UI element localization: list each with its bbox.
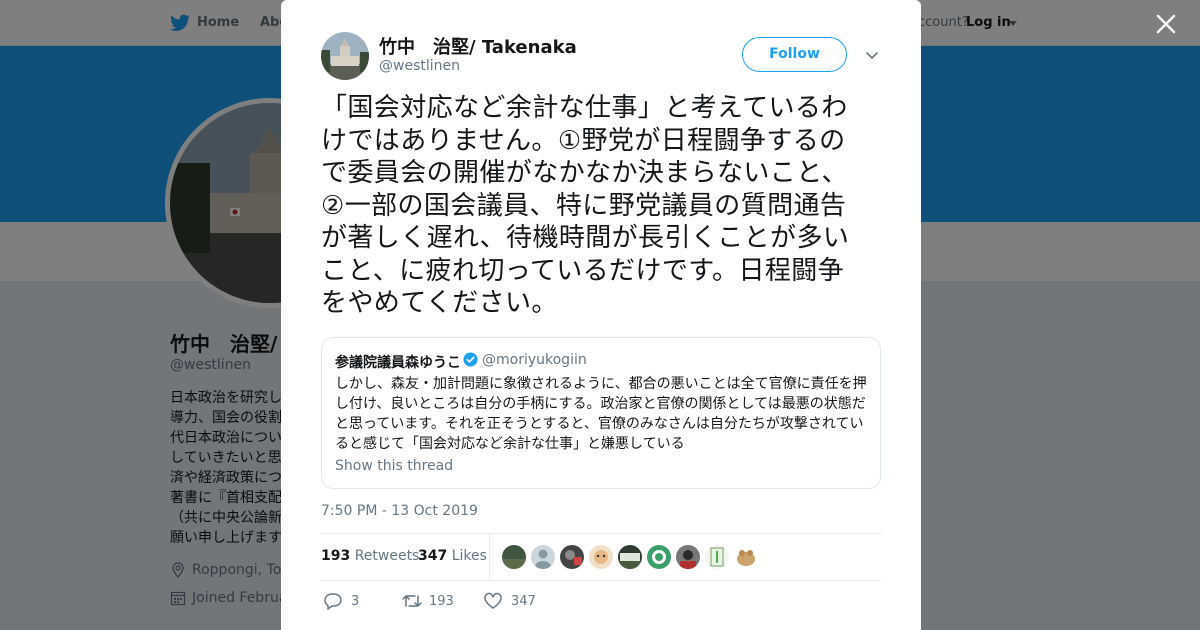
- quote-text-line: しかし、森友・加計問題に象徴されるように、都合の悪いことは全て官僚に責任を押: [335, 376, 867, 392]
- retweet-button[interactable]: 193: [401, 592, 471, 610]
- author-avatar[interactable]: [321, 32, 369, 80]
- close-icon[interactable]: [1154, 12, 1178, 36]
- likes-count: 347: [418, 548, 448, 564]
- heart-icon: [484, 592, 502, 609]
- retweet-action-count: 193: [429, 594, 454, 609]
- liker-avatar[interactable]: [676, 545, 700, 569]
- follow-button[interactable]: Follow: [742, 37, 847, 72]
- quoted-tweet-text: しかし、森友・加計問題に象徴されるように、都合の悪いことは全て官僚に責任を押 し…: [335, 374, 870, 454]
- divider: [321, 533, 881, 534]
- retweet-stat[interactable]: 193 Retweets: [321, 548, 419, 564]
- likes-label: Likes: [451, 548, 487, 564]
- tweet-text-line: 「国会対応など余計な仕事」と考えているわ: [321, 93, 848, 123]
- liker-avatar[interactable]: [647, 545, 671, 569]
- likes-stat[interactable]: 347 Likes: [418, 548, 487, 564]
- liker-avatar[interactable]: [560, 545, 584, 569]
- quoted-author-handle: @moriyukogiin: [482, 352, 587, 368]
- show-thread-link[interactable]: Show this thread: [335, 458, 453, 474]
- liker-avatar[interactable]: [734, 545, 758, 569]
- reply-button[interactable]: 3: [323, 592, 383, 610]
- quote-text-line: ると感じて「国会対応など余計な仕事」と嫌悪している: [335, 436, 685, 452]
- author-handle[interactable]: @westlinen: [379, 58, 460, 74]
- quoted-author-name: 参議院議員森ゆうこ: [335, 355, 461, 371]
- retweet-count: 193: [321, 548, 351, 564]
- liker-avatar[interactable]: [705, 545, 729, 569]
- liker-avatar[interactable]: [531, 545, 555, 569]
- chevron-down-icon[interactable]: [864, 47, 880, 63]
- divider: [321, 580, 881, 581]
- tweet-text-line: が著しく遅れ、待機時間が長引くことが多い: [321, 223, 850, 253]
- tweet-text: 「国会対応など余計な仕事」と考えているわ けではありません。①野党が日程闘争する…: [321, 92, 886, 320]
- tweet-text-line: ②一部の国会議員、特に野党議員の質問通告: [321, 190, 847, 221]
- like-button[interactable]: 347: [483, 592, 553, 610]
- like-action-count: 347: [511, 594, 536, 609]
- reply-count: 3: [351, 594, 360, 609]
- quote-text-line: し付け、良いところは自分の手柄にする。政治家と官僚の関係としては最悪の状態だ: [335, 396, 866, 412]
- tweet-text-line: けではありません。①野党が日程闘争するの: [321, 125, 846, 156]
- tweet-modal: 竹中 治堅/ Takenaka @westlinen Follow 「国会対応な…: [281, 0, 921, 630]
- quoted-tweet[interactable]: 参議院議員森ゆうこ @moriyukogiin しかし、森友・加計問題に象徴され…: [321, 337, 881, 489]
- retweet-icon: [402, 595, 422, 607]
- liker-avatar[interactable]: [589, 545, 613, 569]
- reply-icon: [324, 593, 342, 610]
- verified-badge-icon: [463, 352, 478, 367]
- retweet-label: Retweets: [354, 548, 420, 564]
- divider: [489, 533, 490, 580]
- tweet-timestamp[interactable]: 7:50 PM - 13 Oct 2019: [321, 503, 478, 519]
- liker-avatar[interactable]: [618, 545, 642, 569]
- tweet-text-line: で委員会の開催がなかなか決まらないこと、: [321, 158, 848, 188]
- tweet-text-line: こと、に疲れ切っているだけです。日程闘争: [321, 255, 845, 286]
- author-name[interactable]: 竹中 治堅/ Takenaka: [379, 33, 577, 59]
- quote-text-line: と思っています。それを正そうとすると、官僚のみなさんは自分たちが攻撃されてい: [335, 416, 864, 432]
- liker-avatar[interactable]: [502, 545, 526, 569]
- tweet-text-line: をやめてください。: [321, 288, 558, 318]
